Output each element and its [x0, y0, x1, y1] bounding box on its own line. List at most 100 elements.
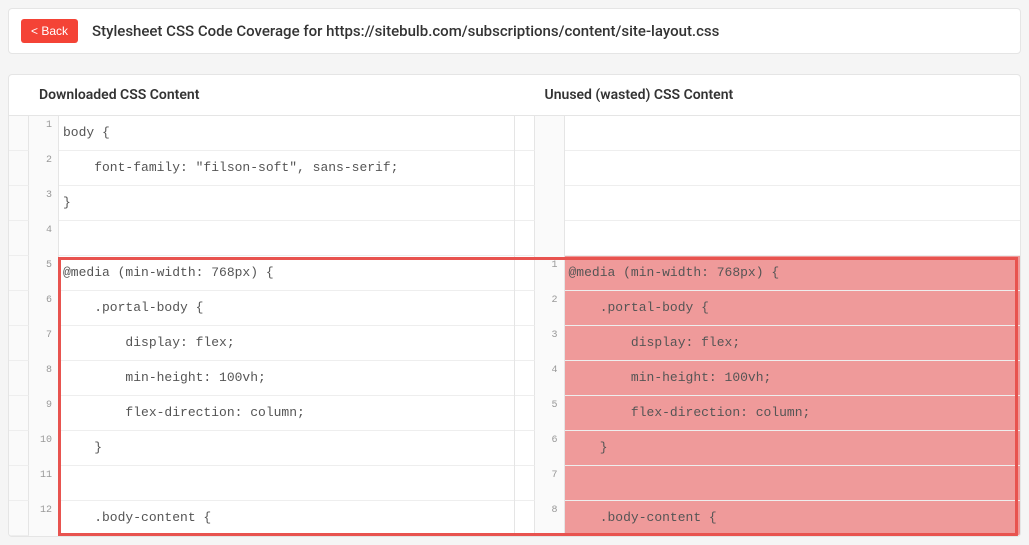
right-pane: 6 }: [535, 431, 1021, 466]
line-number: [535, 186, 565, 221]
code-body: 1body {2 font-family: "filson-soft", san…: [9, 116, 1020, 536]
code-row: 2 font-family: "filson-soft", sans-serif…: [9, 151, 1020, 186]
left-pane: 10 }: [29, 431, 515, 466]
gutter: [9, 116, 29, 151]
spacer: [515, 151, 535, 186]
code-text: .body-content {: [59, 501, 514, 536]
code-text: flex-direction: column;: [565, 396, 1021, 431]
line-number: 6: [29, 291, 59, 326]
code-text: [565, 116, 1021, 151]
right-pane: [535, 116, 1021, 151]
code-text: }: [59, 431, 514, 466]
left-pane: 3}: [29, 186, 515, 221]
right-pane: 8 .body-content {: [535, 501, 1021, 536]
line-number: 7: [535, 466, 565, 501]
line-number: 3: [29, 186, 59, 221]
code-text: flex-direction: column;: [59, 396, 514, 431]
code-text: [59, 466, 514, 501]
line-number: 6: [535, 431, 565, 466]
right-pane: 1@media (min-width: 768px) {: [535, 256, 1021, 291]
code-text: display: flex;: [565, 326, 1021, 361]
line-number: 7: [29, 326, 59, 361]
line-number: 5: [535, 396, 565, 431]
code-row: 11 7: [9, 466, 1020, 501]
spacer: [515, 326, 535, 361]
columns-header: Downloaded CSS Content Unused (wasted) C…: [9, 75, 1020, 116]
back-button[interactable]: < Back: [21, 19, 78, 43]
code-row: 8 min-height: 100vh;4 min-height: 100vh;: [9, 361, 1020, 396]
line-number: 3: [535, 326, 565, 361]
spacer: [515, 396, 535, 431]
left-pane: 6 .portal-body {: [29, 291, 515, 326]
left-pane: 4: [29, 221, 515, 256]
code-row: 1body {: [9, 116, 1020, 151]
code-text: }: [565, 431, 1021, 466]
right-column-header: Unused (wasted) CSS Content: [515, 75, 1021, 115]
code-text: min-height: 100vh;: [565, 361, 1021, 396]
line-number: 1: [29, 116, 59, 151]
code-text: [565, 221, 1021, 256]
code-row: 4: [9, 221, 1020, 256]
line-number: 4: [535, 361, 565, 396]
code-row: 12 .body-content { 8 .body-content {: [9, 501, 1020, 536]
line-number: 10: [29, 431, 59, 466]
right-pane: [535, 221, 1021, 256]
line-number: 2: [29, 151, 59, 186]
code-text: display: flex;: [59, 326, 514, 361]
right-pane: 7: [535, 466, 1021, 501]
gutter: [9, 151, 29, 186]
right-pane: 4 min-height: 100vh;: [535, 361, 1021, 396]
code-text: .portal-body {: [565, 291, 1021, 326]
spacer: [515, 361, 535, 396]
code-text: font-family: "filson-soft", sans-serif;: [59, 151, 514, 186]
gutter: [9, 186, 29, 221]
code-row: 10 }6 }: [9, 431, 1020, 466]
line-number: 1: [535, 256, 565, 291]
spacer: [515, 291, 535, 326]
right-pane: 2 .portal-body {: [535, 291, 1021, 326]
spacer: [515, 501, 535, 536]
spacer: [515, 116, 535, 151]
code-coverage-panel: Downloaded CSS Content Unused (wasted) C…: [8, 74, 1021, 537]
line-number: [535, 221, 565, 256]
header-bar: < Back Stylesheet CSS Code Coverage for …: [8, 8, 1021, 54]
spacer: [515, 221, 535, 256]
right-pane: 5 flex-direction: column;: [535, 396, 1021, 431]
code-text: @media (min-width: 768px) {: [59, 256, 514, 291]
gutter: [9, 256, 29, 291]
spacer: [515, 431, 535, 466]
line-number: 12: [29, 501, 59, 536]
left-pane: 5@media (min-width: 768px) {: [29, 256, 515, 291]
spacer: [515, 466, 535, 501]
code-text: [565, 466, 1021, 501]
line-number: [535, 116, 565, 151]
line-number: 4: [29, 221, 59, 256]
gutter: [9, 501, 29, 536]
line-number: 8: [535, 501, 565, 536]
gutter: [9, 396, 29, 431]
line-number: 5: [29, 256, 59, 291]
right-pane: 3 display: flex;: [535, 326, 1021, 361]
left-column-header: Downloaded CSS Content: [9, 75, 515, 115]
code-row: 7 display: flex;3 display: flex;: [9, 326, 1020, 361]
code-row: 5@media (min-width: 768px) {1@media (min…: [9, 256, 1020, 291]
left-pane: 11: [29, 466, 515, 501]
code-text: }: [59, 186, 514, 221]
gutter: [9, 431, 29, 466]
code-row: 6 .portal-body {2 .portal-body {: [9, 291, 1020, 326]
page-title: Stylesheet CSS Code Coverage for https:/…: [92, 22, 719, 40]
code-text: .portal-body {: [59, 291, 514, 326]
code-row: 9 flex-direction: column;5 flex-directio…: [9, 396, 1020, 431]
line-number: 2: [535, 291, 565, 326]
left-pane: 2 font-family: "filson-soft", sans-serif…: [29, 151, 515, 186]
code-text: @media (min-width: 768px) {: [565, 256, 1021, 291]
gutter: [9, 326, 29, 361]
line-number: 11: [29, 466, 59, 501]
spacer: [515, 256, 535, 291]
left-pane: 1body {: [29, 116, 515, 151]
spacer: [515, 186, 535, 221]
left-pane: 12 .body-content {: [29, 501, 515, 536]
right-pane: [535, 151, 1021, 186]
gutter: [9, 221, 29, 256]
code-text: min-height: 100vh;: [59, 361, 514, 396]
